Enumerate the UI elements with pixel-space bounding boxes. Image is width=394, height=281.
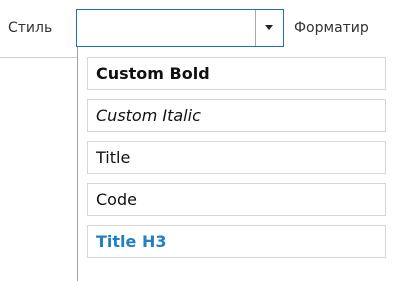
style-option-label: Title H3 bbox=[96, 232, 167, 251]
style-option-title-h3[interactable]: Title H3 bbox=[87, 225, 386, 258]
style-option-label: Code bbox=[96, 190, 137, 209]
style-option-custom-italic[interactable]: Custom Italic bbox=[87, 99, 386, 132]
style-option-title[interactable]: Title bbox=[87, 141, 386, 174]
style-label: Стиль bbox=[8, 20, 53, 36]
style-option-label: Title bbox=[96, 148, 131, 167]
style-dropdown-menu: Custom Bold Custom Italic Title Code Tit… bbox=[77, 47, 394, 281]
style-combobox[interactable] bbox=[76, 9, 284, 47]
style-option-label: Custom Italic bbox=[96, 106, 201, 125]
style-option-custom-bold[interactable]: Custom Bold bbox=[87, 57, 386, 90]
style-option-code[interactable]: Code bbox=[87, 183, 386, 216]
style-option-label: Custom Bold bbox=[96, 64, 210, 83]
format-label: Форматир bbox=[294, 20, 369, 36]
chevron-down-icon[interactable] bbox=[255, 10, 283, 46]
